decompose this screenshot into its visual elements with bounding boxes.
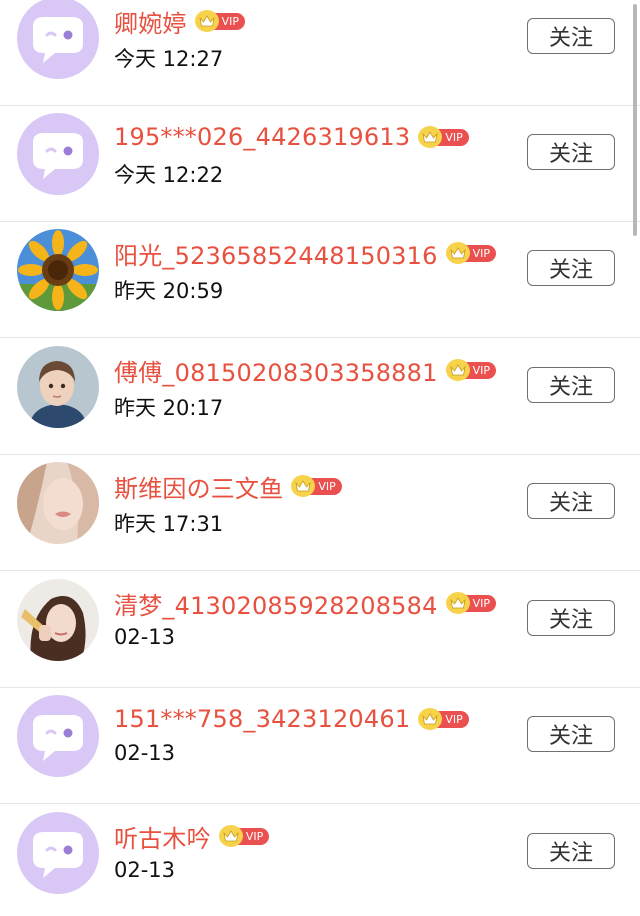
- vip-badge: VIP: [291, 475, 342, 497]
- follow-button[interactable]: 关注: [527, 250, 615, 286]
- list-item[interactable]: 卿婉婷 VIP 今天 12:27 关注: [0, 0, 640, 106]
- vip-badge: VIP: [445, 592, 496, 614]
- user-name-line: 清梦_41302085928208584 VIP: [114, 586, 496, 620]
- timestamp: 02-13: [114, 625, 176, 649]
- list-item[interactable]: 195***026_4426319613 VIP 今天 12:22 关注: [0, 106, 640, 222]
- vip-badge: VIP: [418, 126, 469, 148]
- child-photo-icon: [17, 346, 99, 428]
- follow-button[interactable]: 关注: [527, 18, 615, 54]
- user-name[interactable]: 195***026_4426319613: [114, 123, 410, 151]
- timestamp: 今天 12:22: [114, 163, 224, 187]
- timestamp: 昨天 20:59: [114, 279, 224, 303]
- timestamp: 昨天 20:17: [114, 396, 224, 420]
- list-item[interactable]: 151***758_3423120461 VIP 02-13 关注: [0, 688, 640, 804]
- user-name-line: 151***758_3423120461 VIP: [114, 702, 469, 736]
- crown-icon: [445, 242, 470, 264]
- avatar[interactable]: [17, 812, 99, 894]
- timestamp: 02-13: [114, 858, 176, 882]
- follow-button[interactable]: 关注: [527, 716, 615, 752]
- timestamp: 02-13: [114, 741, 176, 765]
- user-name[interactable]: 斯维因の三文鱼: [114, 469, 283, 504]
- follower-list: 卿婉婷 VIP 今天 12:27 关注 195***026_4426319613: [0, 0, 640, 916]
- user-name[interactable]: 傅傅_08150208303358881: [114, 353, 438, 388]
- default-chat-avatar-icon: [17, 812, 99, 894]
- list-item[interactable]: 斯维因の三文鱼 VIP 昨天 17:31 关注: [0, 455, 640, 571]
- default-chat-avatar-icon: [17, 113, 99, 195]
- scrollbar[interactable]: [633, 4, 637, 236]
- user-name[interactable]: 卿婉婷: [114, 4, 187, 39]
- avatar[interactable]: [17, 0, 99, 79]
- avatar[interactable]: [17, 113, 99, 195]
- user-name-line: 傅傅_08150208303358881 VIP: [114, 353, 496, 387]
- vip-badge: VIP: [445, 359, 496, 381]
- follow-button[interactable]: 关注: [527, 600, 615, 636]
- follow-button[interactable]: 关注: [527, 483, 615, 519]
- follow-button[interactable]: 关注: [527, 833, 615, 869]
- follow-button[interactable]: 关注: [527, 367, 615, 403]
- vip-badge: VIP: [418, 708, 469, 730]
- user-name[interactable]: 151***758_3423120461: [114, 705, 410, 733]
- face-photo-icon: [17, 462, 99, 544]
- timestamp: 今天 12:27: [114, 47, 224, 71]
- avatar[interactable]: [17, 579, 99, 661]
- crown-icon: [218, 825, 243, 847]
- list-item[interactable]: 阳光_52365852448150316 VIP 昨天 20:59 关注: [0, 222, 640, 338]
- user-name-line: 卿婉婷 VIP: [114, 4, 246, 39]
- follow-button[interactable]: 关注: [527, 134, 615, 170]
- timestamp: 昨天 17:31: [114, 512, 224, 536]
- user-name-line: 斯维因の三文鱼 VIP: [114, 469, 342, 503]
- avatar[interactable]: [17, 346, 99, 428]
- list-item[interactable]: 听古木吟 VIP 02-13 关注: [0, 805, 640, 916]
- default-chat-avatar-icon: [17, 0, 99, 79]
- woman-photo-icon: [17, 579, 99, 661]
- user-name-line: 阳光_52365852448150316 VIP: [114, 236, 496, 270]
- user-name-line: 听古木吟 VIP: [114, 819, 270, 854]
- list-item[interactable]: 清梦_41302085928208584 VIP 02-13 关注: [0, 572, 640, 688]
- user-name-line: 195***026_4426319613 VIP: [114, 120, 469, 154]
- avatar[interactable]: [17, 229, 99, 311]
- avatar[interactable]: [17, 462, 99, 544]
- crown-icon: [194, 10, 219, 32]
- user-name[interactable]: 清梦_41302085928208584: [114, 586, 438, 621]
- sunflower-photo-icon: [17, 229, 99, 311]
- vip-badge: VIP: [218, 825, 270, 847]
- vip-badge: VIP: [194, 10, 246, 32]
- crown-icon: [445, 592, 470, 614]
- user-name[interactable]: 阳光_52365852448150316: [114, 236, 438, 271]
- default-chat-avatar-icon: [17, 695, 99, 777]
- crown-icon: [445, 359, 470, 381]
- avatar[interactable]: [17, 695, 99, 777]
- user-name[interactable]: 听古木吟: [114, 819, 211, 854]
- vip-badge: VIP: [445, 242, 496, 264]
- list-item[interactable]: 傅傅_08150208303358881 VIP 昨天 20:17 关注: [0, 339, 640, 455]
